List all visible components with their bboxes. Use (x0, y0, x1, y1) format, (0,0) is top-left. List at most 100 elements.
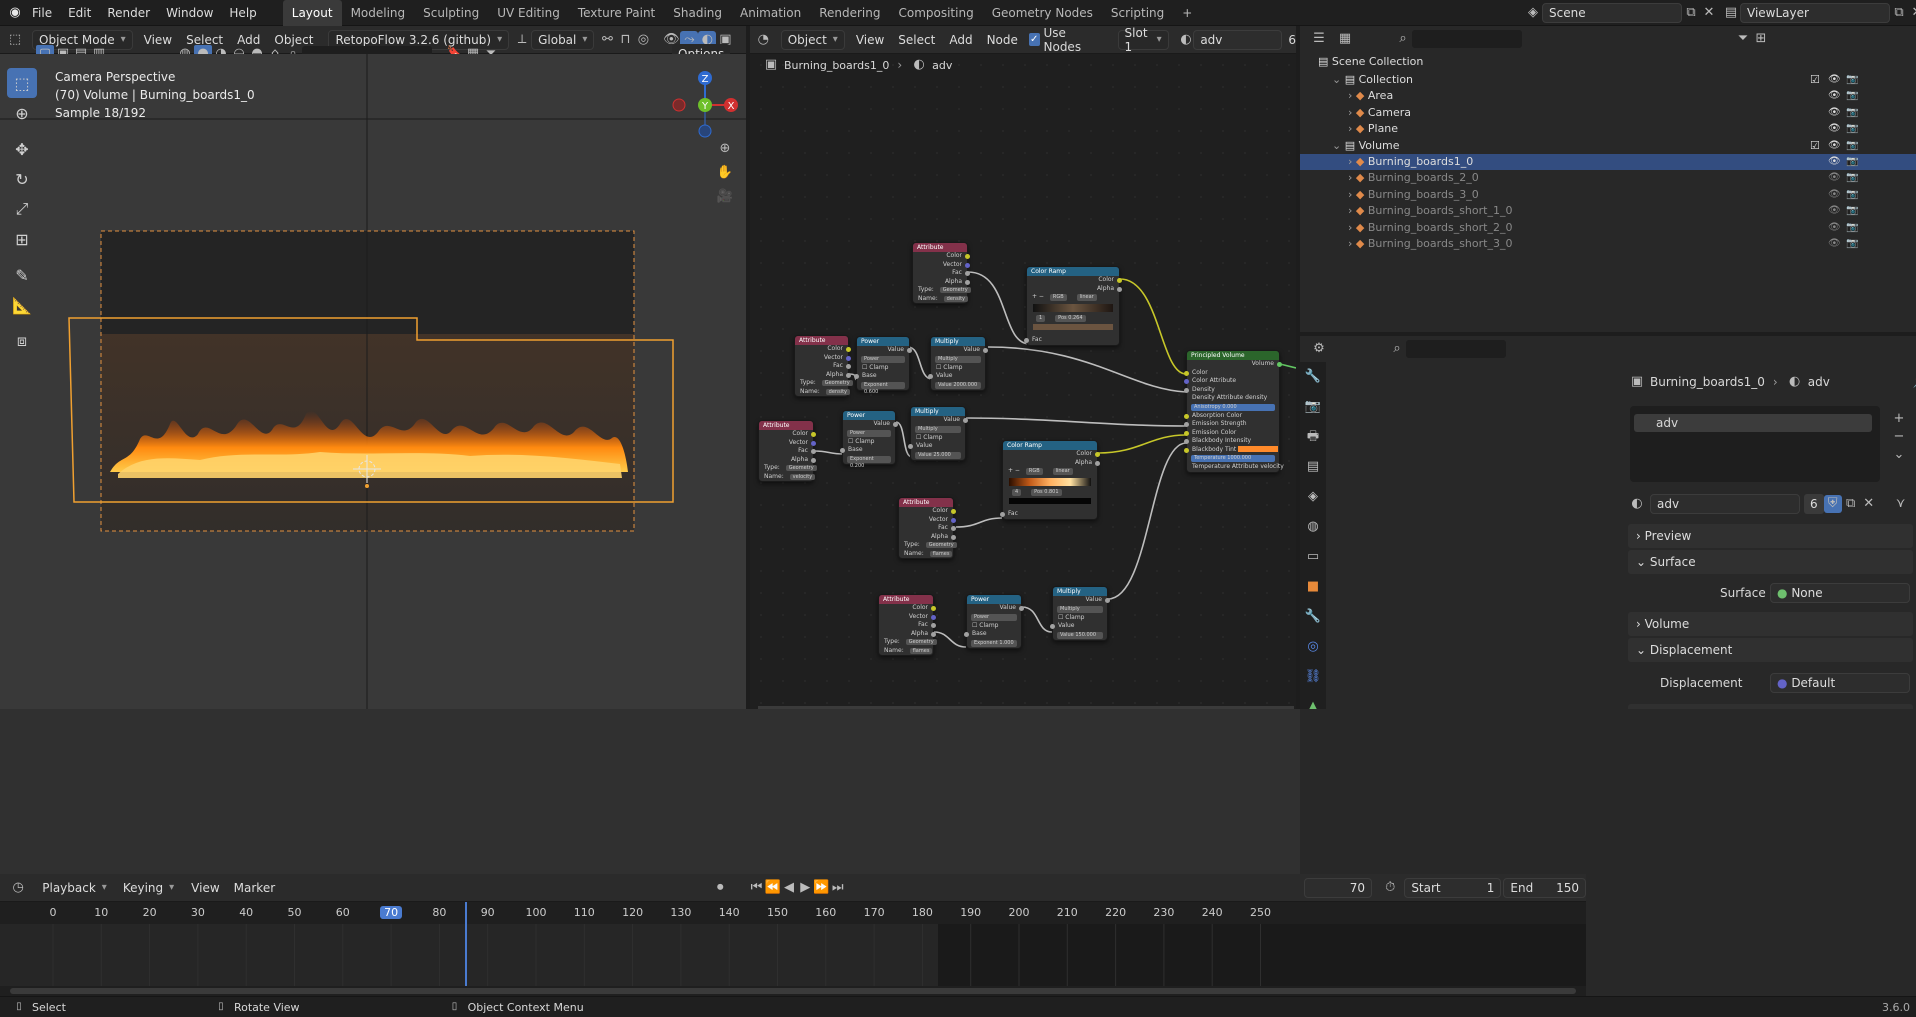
add-slot-icon[interactable]: + (1890, 410, 1908, 428)
node-menu-node[interactable]: Node (980, 26, 1025, 54)
density-attribute-field[interactable]: density (1245, 394, 1267, 401)
node-attribute-velocity[interactable]: Attribute Color Vector Fac Alpha Type: G… (758, 420, 817, 482)
viewlayer-icon[interactable]: ▤ (1722, 4, 1740, 22)
material-users-count[interactable]: 6 (1804, 494, 1824, 514)
render-camera-icon[interactable]: 📷 (1846, 154, 1858, 170)
operation-dropdown[interactable]: Power (971, 613, 1017, 621)
visibility-eye-icon[interactable]: 👁 (1828, 154, 1841, 170)
outliner-item[interactable]: › ◆ Burning_boards_short_3_0 👁 📷 (1300, 236, 1916, 252)
remove-slot-icon[interactable]: − (1890, 428, 1908, 446)
collection-checkbox[interactable]: ☑ (1810, 138, 1820, 154)
stop-pos-field[interactable]: Pos 0.801 (1031, 488, 1062, 496)
scene-name-field[interactable]: Scene (1542, 3, 1682, 23)
node-menu-add[interactable]: Add (942, 26, 979, 54)
tool-select-icon[interactable]: ⬚ (7, 68, 37, 98)
material-slot-item[interactable]: adv (1634, 414, 1872, 432)
type-dropdown[interactable]: Geometry (925, 542, 957, 548)
render-camera-icon[interactable]: 📷 (1846, 72, 1858, 88)
tool-measure-icon[interactable]: 📐 (7, 290, 37, 320)
collapse-arrow-icon[interactable]: › (1348, 122, 1356, 135)
camera-view-icon[interactable]: 🎥 (716, 188, 734, 206)
next-keyframe-icon[interactable]: ⏩ (813, 879, 829, 897)
outliner-item[interactable]: › ◆ Plane 👁 📷 (1300, 121, 1916, 137)
delete-viewlayer-icon[interactable]: ✕ (1908, 4, 1916, 22)
tab-scripting[interactable]: Scripting (1102, 0, 1173, 26)
exponent-field[interactable]: Exponent 0.600 (861, 381, 905, 395)
temperature-field[interactable]: Temperature 1000.000 (1191, 455, 1275, 462)
collection-tab-icon[interactable]: ▭ (1304, 548, 1322, 566)
outliner-search-input[interactable] (1412, 30, 1522, 48)
link-type-icon[interactable]: ⋎ (1892, 495, 1910, 513)
properties-editor-type-icon[interactable]: ⚙ (1310, 340, 1328, 358)
visibility-eye-icon[interactable]: 👁 (1828, 72, 1841, 88)
blackbody-tint-swatch[interactable] (1238, 446, 1279, 452)
tab-layout[interactable]: Layout (282, 0, 342, 26)
temperature-attribute-field[interactable]: velocity (1260, 463, 1283, 470)
clamp-checkbox[interactable]: ☐ Clamp (843, 438, 895, 447)
modifier-tab-icon[interactable]: 🔧 (1304, 608, 1322, 626)
menu-file[interactable]: File (24, 0, 60, 26)
tab-sculpting[interactable]: Sculpting (414, 0, 488, 26)
clamp-checkbox[interactable]: ☐ Clamp (931, 364, 985, 373)
node-attribute-flames-1[interactable]: Attribute Color Vector Fac Alpha Type: G… (898, 497, 957, 559)
type-dropdown[interactable]: Geometry (905, 639, 937, 645)
collection-checkbox[interactable]: ☑ (1810, 72, 1820, 88)
expand-arrow-icon[interactable]: ⌄ (1332, 73, 1345, 86)
tab-geometry-nodes[interactable]: Geometry Nodes (983, 0, 1102, 26)
new-collection-icon[interactable]: ⊞ (1752, 30, 1770, 48)
outliner-filter-icon[interactable]: ⏷ (1734, 30, 1752, 48)
display-mode-icon[interactable]: ▦ (1336, 30, 1354, 48)
scene-icon[interactable]: ◈ (1524, 4, 1542, 22)
material-browse-icon[interactable]: ◐ (1179, 31, 1194, 49)
fake-user-shield-icon[interactable]: ⛨ (1823, 495, 1842, 513)
tab-modeling[interactable]: Modeling (342, 0, 415, 26)
visibility-eye-icon[interactable]: 👁 (1828, 121, 1841, 137)
visibility-eye-icon[interactable]: 👁 (1828, 170, 1841, 186)
type-dropdown[interactable]: Geometry (785, 465, 817, 471)
operation-dropdown[interactable]: Multiply (1057, 605, 1103, 613)
node-power-1[interactable]: Power Value Power ☐ Clamp Base Exponent … (854, 336, 912, 395)
type-dropdown[interactable]: Geometry (821, 380, 853, 386)
timeline-editor-type-icon[interactable]: ◷ (10, 879, 26, 897)
timeline-menu-view[interactable]: View (184, 874, 226, 902)
color-mode-dropdown[interactable]: RGB (1049, 294, 1067, 301)
add-workspace-icon[interactable]: + (1173, 0, 1201, 26)
play-icon[interactable]: ▶ (797, 879, 813, 897)
outliner-item[interactable]: › ◆ Burning_boards_2_0 👁 📷 (1300, 170, 1916, 186)
shader-node-editor[interactable]: ▣ Burning_boards1_0 › ◐ adv Attribute Co… (750, 54, 1296, 709)
playback-menu[interactable]: Playback (36, 878, 113, 898)
3d-viewport[interactable]: ⬚ ⊕ ✥ ↻ ⤢ ⊞ ✎ 📐 ⧈ Camera Perspective (70… (0, 54, 746, 709)
node-editor-type-icon[interactable]: ◔ (756, 31, 771, 49)
node-attribute-density-1[interactable]: Attribute Color Vector Fac Alpha Type: G… (912, 242, 971, 304)
stop-index-field[interactable]: 1 (1036, 314, 1046, 322)
node-attribute-density-2[interactable]: Attribute Color Vector Fac Alpha Type: G… (794, 335, 853, 397)
tool-scale-icon[interactable]: ⤢ (7, 194, 37, 224)
node-power-3[interactable]: Power Value Power ☐ Clamp Base Exponent … (964, 594, 1024, 649)
render-camera-icon[interactable]: 📷 (1846, 138, 1858, 154)
record-icon[interactable]: ⏺ (712, 879, 728, 897)
stop-index-field[interactable]: 4 (1012, 488, 1022, 496)
render-camera-icon[interactable]: 📷 (1846, 105, 1858, 121)
value-field[interactable]: Value 150.000 (1057, 631, 1103, 639)
outliner-item[interactable]: › ◆ Burning_boards_short_2_0 👁 📷 (1300, 220, 1916, 236)
surface-shader-field[interactable]: ● None (1770, 583, 1910, 603)
panel-preview[interactable]: › Preview (1628, 524, 1913, 548)
collapse-arrow-icon[interactable]: › (1348, 171, 1356, 184)
tool-move-icon[interactable]: ✥ (7, 134, 37, 164)
value-field[interactable]: Value 25.000 (915, 451, 961, 459)
jump-start-icon[interactable]: ⏮ (748, 879, 764, 897)
operation-dropdown[interactable]: Multiply (915, 425, 961, 433)
outliner-item[interactable]: › ◆ Camera 👁 📷 (1300, 105, 1916, 121)
shader-type-dropdown[interactable]: Object (780, 29, 845, 50)
visibility-eye-icon[interactable]: 👁 (1828, 187, 1841, 203)
render-camera-icon[interactable]: 📷 (1846, 121, 1858, 137)
collapse-arrow-icon[interactable]: › (1348, 155, 1356, 168)
node-multiply-3[interactable]: Multiply Value Multiply ☐ Clamp Value Va… (1050, 586, 1110, 641)
panel-displacement[interactable]: ⌄ Displacement (1628, 638, 1913, 662)
operation-dropdown[interactable]: Power (861, 355, 905, 363)
properties-search-input[interactable] (1406, 340, 1506, 358)
menu-render[interactable]: Render (99, 0, 158, 26)
ramp-gradient-bar[interactable] (1009, 477, 1091, 486)
node-menu-select[interactable]: Select (891, 26, 942, 54)
ramp-add-icon[interactable]: + − (1032, 293, 1044, 300)
